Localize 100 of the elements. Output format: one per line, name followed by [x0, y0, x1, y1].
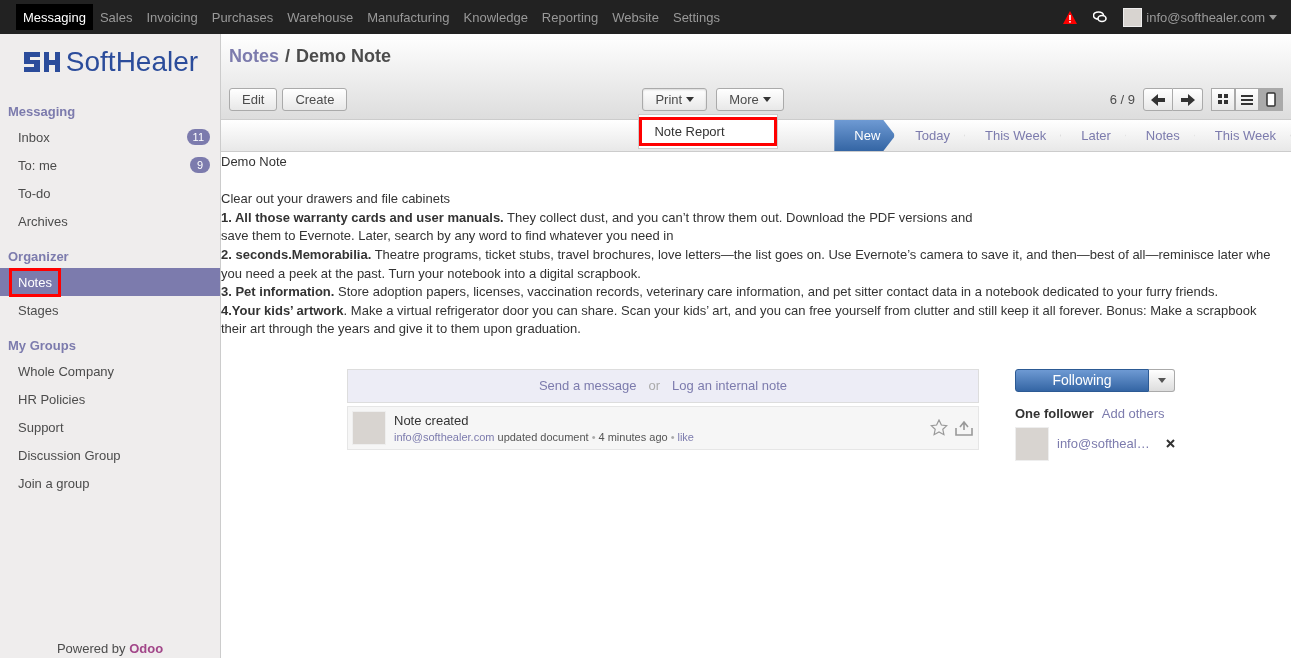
avatar-placeholder	[1015, 426, 1049, 461]
section-title: Organizer	[7, 248, 70, 266]
count-badge: 9	[190, 157, 210, 173]
arrow-left-icon	[1151, 93, 1165, 106]
send-message-link[interactable]: Send a message	[538, 378, 637, 394]
caret-icon	[762, 97, 771, 102]
note-text: Clear out your drawers and file cabinets	[221, 190, 452, 209]
user-menu[interactable]: info@softhealer.com	[1123, 7, 1277, 27]
action-button[interactable]: Create	[282, 88, 348, 111]
note-text: save them to Evernote. Later, search by any word to find whatever you need in	[221, 227, 675, 246]
reply-icon[interactable]	[954, 419, 974, 437]
item-label: Inbox	[18, 129, 50, 145]
menu-item[interactable]: Note Report	[639, 117, 778, 146]
arrow-right-icon	[1180, 93, 1195, 106]
top-menu-item[interactable]: Warehouse	[280, 4, 361, 30]
previous-button[interactable]	[1143, 88, 1173, 111]
sidebar-item[interactable]: Whole Company	[0, 357, 220, 385]
stage-step[interactable]: New	[834, 120, 896, 151]
view-switch-button[interactable]	[1235, 88, 1259, 111]
count-badge: 11	[186, 129, 210, 145]
sidebar-item[interactable]: HR Policies	[0, 385, 220, 413]
avatar-placeholder	[352, 410, 386, 445]
top-menu-item[interactable]: Settings	[665, 4, 727, 30]
dropdown-button[interactable]: More	[716, 88, 784, 111]
stage-step[interactable]: Today	[895, 120, 966, 151]
powered-by-text: Powered by	[56, 641, 126, 656]
caret-icon	[1157, 377, 1166, 383]
page-title: Demo Note	[296, 46, 392, 68]
breadcrumb-link[interactable]: Notes	[229, 46, 279, 88]
sidebar-item[interactable]: Archives	[0, 207, 220, 235]
next-button[interactable]	[1173, 88, 1203, 111]
remove-follower-button[interactable]	[1166, 439, 1175, 449]
dot-separator: •	[670, 430, 675, 443]
stage-step[interactable]: This Week	[965, 120, 1062, 151]
section-title: Messaging	[7, 103, 77, 121]
sidebar-item[interactable]: To-do	[0, 179, 220, 207]
item-label: Whole Company	[18, 363, 115, 379]
message-action: updated document	[497, 430, 589, 443]
sidebar-item[interactable]: Support	[0, 413, 220, 441]
item-label: Stages	[18, 302, 59, 318]
message-time: 4 minutes ago	[598, 430, 668, 443]
item-label: To: me	[18, 157, 57, 173]
stage-step[interactable]: Notes	[1125, 120, 1195, 151]
top-menu-item[interactable]: Website	[605, 4, 666, 30]
breadcrumb-separator: /	[285, 46, 291, 68]
view-switch-button[interactable]	[1211, 88, 1235, 111]
note-text: you need a peek at the past. Turn your notebook into a digital scrapbook.	[221, 264, 642, 283]
item-label: Archives	[18, 213, 68, 229]
brand-link[interactable]: Odoo	[129, 641, 164, 656]
top-menu-item[interactable]: Reporting	[534, 4, 606, 30]
top-menu-item[interactable]: Messaging	[16, 4, 93, 30]
star-icon[interactable]	[930, 419, 948, 437]
following-button[interactable]: Following	[1015, 368, 1149, 392]
user-email: info@softhealer.com	[1146, 9, 1265, 25]
chat-icon[interactable]	[1093, 11, 1108, 23]
sidebar-item[interactable]: To: me 9	[0, 151, 220, 179]
note-text: their art through the years and give it to them upon graduation.	[221, 320, 582, 339]
pager-text: 6 / 9	[1109, 92, 1135, 107]
warning-icon[interactable]	[1063, 10, 1078, 24]
following-dropdown-button[interactable]	[1149, 368, 1175, 392]
author-link[interactable]: info@softhealer.com	[394, 430, 495, 443]
action-button[interactable]: Edit	[229, 88, 278, 111]
sidebar-item[interactable]: Stages	[0, 296, 220, 324]
avatar-placeholder	[1123, 7, 1143, 27]
stage-step[interactable]: Later	[1061, 120, 1126, 151]
close-icon	[1166, 439, 1175, 449]
top-menu-item[interactable]: Knowledge	[456, 4, 535, 30]
note-text: 3. Pet information. Store adoption papers, licenses, vaccination records, veterinary care information, and pet sitter contact data in a notebook dedicated to your furry friends.	[221, 283, 1220, 302]
top-menu-item[interactable]: Manufacturing	[360, 4, 457, 30]
item-label: Discussion Group	[18, 447, 121, 463]
follower-link[interactable]: info@softheal…	[1057, 436, 1150, 452]
sidebar-item[interactable]: Inbox 11	[0, 123, 220, 151]
note-title: Demo Note	[221, 153, 288, 171]
message-title: Note created	[394, 412, 470, 428]
top-menu-item[interactable]: Sales	[92, 4, 140, 30]
dropdown-button[interactable]: Print	[642, 88, 708, 111]
form-icon	[1266, 92, 1276, 107]
top-menu-item[interactable]: Purchases	[204, 4, 281, 30]
section-title: My Groups	[7, 337, 77, 355]
item-label: To-do	[18, 185, 51, 201]
item-label: Join a group	[18, 475, 90, 491]
log-note-link[interactable]: Log an internal note	[672, 378, 788, 394]
or-text: or	[648, 378, 661, 394]
dot-separator: •	[591, 430, 596, 443]
like-link[interactable]: like	[677, 430, 694, 443]
note-text: 2. seconds.Memorabilia. Theatre programs, ticket stubs, travel brochures, love letters—the list goes on. Use Evernote’s camera to save it, and then—best of all—reminisce later whe	[221, 245, 1272, 264]
stage-step[interactable]: This Week	[1194, 120, 1291, 151]
top-menu-item[interactable]: Invoicing	[139, 4, 205, 30]
sidebar-item[interactable]: Join a group	[0, 469, 220, 497]
item-label: HR Policies	[18, 391, 86, 407]
view-switch-button[interactable]	[1259, 88, 1283, 111]
note-text: 4.Your kids’ artwork. Make a virtual refrigerator door you can share. Scan your kids’ art, and you can free yourself from clutter and still keep it all forever. Bonus: Make a scrapbook	[221, 301, 1258, 320]
grid-icon	[1217, 94, 1229, 105]
item-label: Notes	[9, 267, 61, 297]
sidebar-item[interactable]: Notes	[0, 268, 220, 296]
caret-icon	[1269, 14, 1277, 20]
sidebar-item[interactable]: Discussion Group	[0, 441, 220, 469]
item-label: Support	[18, 419, 64, 435]
note-text: 1. All those warranty cards and user manuals. They collect dust, and you can’t throw them out. Download the PDF versions and	[221, 208, 974, 227]
add-followers-link[interactable]: Add others	[1101, 405, 1165, 421]
